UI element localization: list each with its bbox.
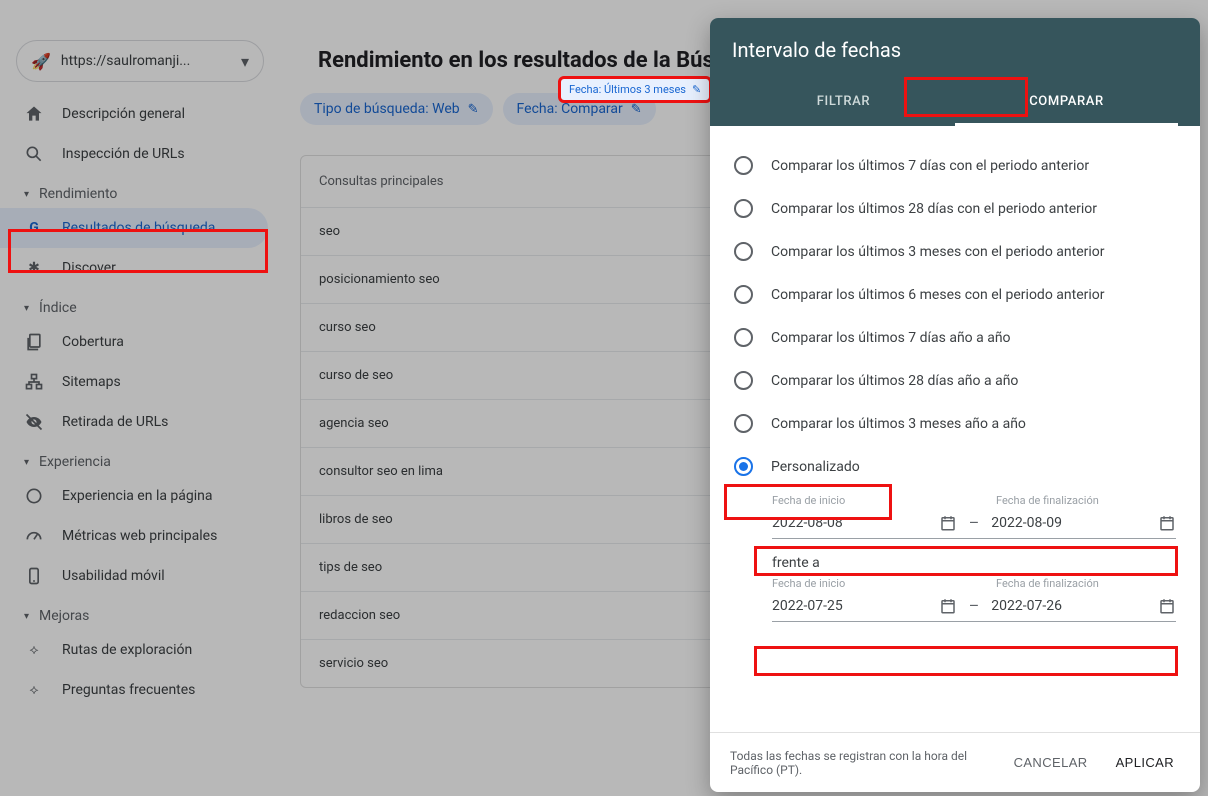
radio-custom[interactable]: Personalizado — [734, 445, 1176, 488]
end-date-label: Fecha de finalización — [996, 577, 1176, 590]
radio-icon — [734, 199, 753, 218]
date-range-modal: Intervalo de fechas FILTRAR COMPARAR Com… — [710, 18, 1200, 792]
radio-icon — [734, 156, 753, 175]
radio-label: Personalizado — [771, 459, 860, 475]
start-date-label: Fecha de inicio — [772, 494, 952, 507]
radio-label: Comparar los últimos 7 días año a año — [771, 330, 1011, 346]
range-separator: – — [967, 513, 982, 532]
calendar-icon — [1158, 597, 1176, 615]
modal-header: Intervalo de fechas FILTRAR COMPARAR — [710, 18, 1200, 126]
radio-icon — [734, 328, 753, 347]
radio-option[interactable]: Comparar los últimos 6 meses con el peri… — [734, 273, 1176, 316]
radio-label: Comparar los últimos 3 meses año a año — [771, 416, 1026, 432]
calendar-icon — [1158, 514, 1176, 532]
radio-label: Comparar los últimos 6 meses con el peri… — [771, 287, 1105, 303]
range-separator: – — [967, 596, 982, 615]
radio-icon — [734, 285, 753, 304]
date-range-1: Fecha de inicio Fecha de finalización 20… — [772, 494, 1176, 539]
tab-filter[interactable]: FILTRAR — [732, 80, 955, 126]
end-date-label: Fecha de finalización — [996, 494, 1176, 507]
radio-option[interactable]: Comparar los últimos 28 días con el peri… — [734, 187, 1176, 230]
footer-note: Todas las fechas se registran con la hor… — [730, 749, 992, 777]
radio-option[interactable]: Comparar los últimos 3 meses con el peri… — [734, 230, 1176, 273]
end-date-input-1[interactable]: 2022-08-09 — [991, 514, 1176, 532]
radio-icon — [734, 457, 753, 476]
cancel-button[interactable]: CANCELAR — [1008, 747, 1094, 778]
radio-label: Comparar los últimos 28 días año a año — [771, 373, 1018, 389]
start-date-input-2[interactable]: 2022-07-25 — [772, 597, 957, 615]
tab-compare[interactable]: COMPARAR — [955, 80, 1178, 126]
radio-icon — [734, 371, 753, 390]
radio-option[interactable]: Comparar los últimos 28 días año a año — [734, 359, 1176, 402]
radio-label: Comparar los últimos 28 días con el peri… — [771, 201, 1097, 217]
apply-button[interactable]: APLICAR — [1110, 747, 1180, 778]
radio-icon — [734, 414, 753, 433]
start-date-label: Fecha de inicio — [772, 577, 952, 590]
modal-footer: Todas las fechas se registran con la hor… — [710, 732, 1200, 792]
highlight-chip-date: Fecha: Últimos 3 meses ✎ — [558, 76, 712, 103]
start-date-input-1[interactable]: 2022-08-08 — [772, 514, 957, 532]
modal-title: Intervalo de fechas — [732, 38, 1178, 62]
modal-tabs: FILTRAR COMPARAR — [732, 80, 1178, 126]
pencil-icon: ✎ — [692, 83, 701, 96]
radio-option[interactable]: Comparar los últimos 7 días con el perio… — [734, 144, 1176, 187]
versus-label: frente a — [772, 555, 1176, 571]
calendar-icon — [939, 597, 957, 615]
radio-label: Comparar los últimos 3 meses con el peri… — [771, 244, 1105, 260]
radio-icon — [734, 242, 753, 261]
modal-body: Comparar los últimos 7 días con el perio… — [710, 126, 1200, 732]
radio-option[interactable]: Comparar los últimos 7 días año a año — [734, 316, 1176, 359]
calendar-icon — [939, 514, 957, 532]
date-range-2: Fecha de inicio Fecha de finalización 20… — [772, 577, 1176, 622]
radio-option[interactable]: Comparar los últimos 3 meses año a año — [734, 402, 1176, 445]
radio-label: Comparar los últimos 7 días con el perio… — [771, 158, 1089, 174]
end-date-input-2[interactable]: 2022-07-26 — [991, 597, 1176, 615]
